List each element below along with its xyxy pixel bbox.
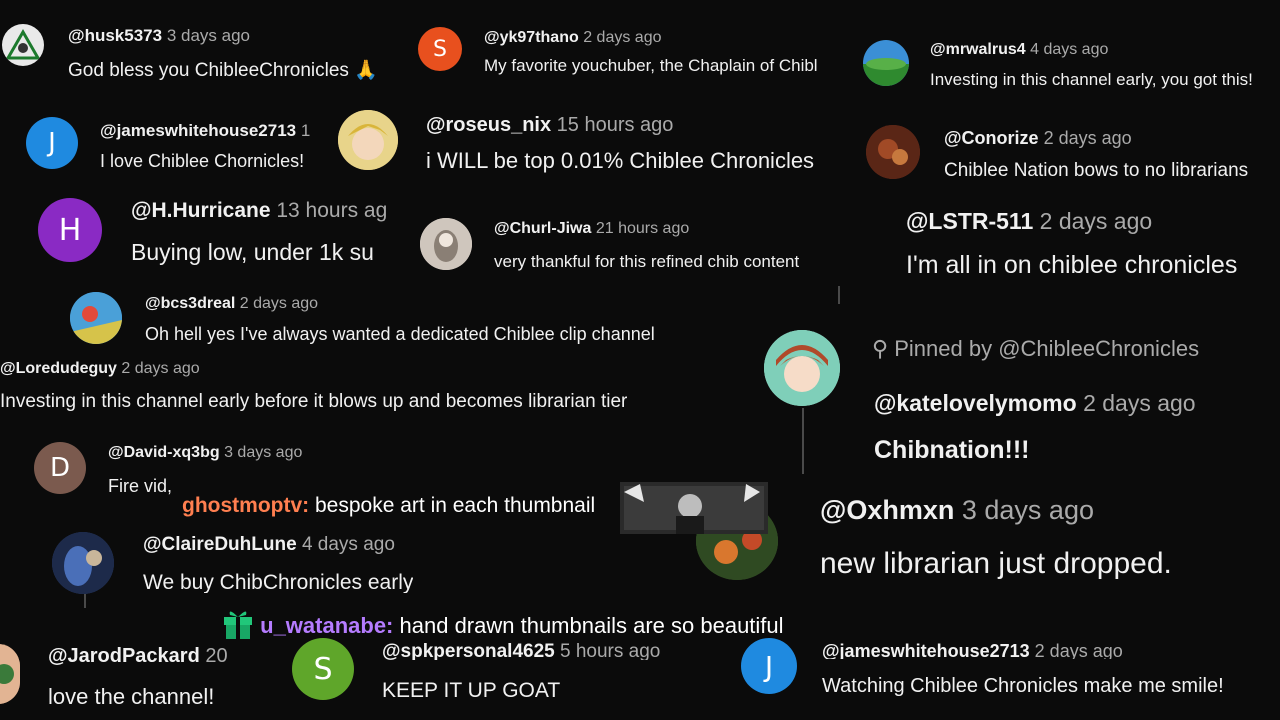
- comment-time[interactable]: 15 hours ago: [557, 114, 674, 136]
- chat-username[interactable]: u_watanabe:: [260, 613, 393, 638]
- comment-time[interactable]: 2 days ago: [1035, 641, 1123, 659]
- comment-author[interactable]: @Oxhmxn: [820, 495, 954, 525]
- comment-text: I'm all in on chiblee chronicles: [906, 251, 1238, 279]
- avatar[interactable]: [0, 644, 20, 704]
- avatar[interactable]: [338, 110, 398, 170]
- comment-text: Fire vid,: [108, 476, 173, 496]
- comment-author[interactable]: @yk97thano: [484, 29, 579, 46]
- webcam-thumbnail: [620, 482, 768, 534]
- comment-time[interactable]: 21 hours ago: [596, 220, 689, 237]
- comment-author[interactable]: @Churl-Jiwa: [494, 220, 591, 237]
- comment-author[interactable]: @jameswhitehouse2713: [822, 641, 1030, 659]
- comment-author[interactable]: @Loredudeguy: [0, 360, 117, 377]
- comment-text: i WILL be top 0.01% Chiblee Chronicles: [426, 148, 815, 173]
- avatar[interactable]: [420, 218, 472, 270]
- avatar[interactable]: H: [38, 198, 102, 262]
- comment-time[interactable]: 1: [301, 121, 310, 140]
- comment-author[interactable]: @ClaireDuhLune: [143, 534, 297, 555]
- comment-text: We buy ChibChronicles early: [143, 571, 414, 593]
- comment-author[interactable]: @H.Hurricane: [131, 199, 271, 222]
- pinned-label: ⚲ Pinned by @ChibleeChronicles: [872, 336, 1199, 362]
- comment-text: KEEP IT UP GOAT: [382, 679, 561, 702]
- avatar[interactable]: [70, 292, 122, 344]
- comment-text: Investing in this channel early before i…: [0, 391, 628, 412]
- comment-text: God bless you ChibleeChronicles 🙏: [68, 60, 378, 81]
- comment-text: Watching Chiblee Chronicles make me smil…: [822, 675, 1224, 697]
- comment-text: very thankful for this refined chib cont…: [494, 252, 800, 271]
- comment-time[interactable]: 20: [205, 645, 227, 667]
- comment-time[interactable]: 3 days ago: [224, 444, 302, 461]
- comment-author[interactable]: @bcs3dreal: [145, 295, 235, 312]
- reply-thread-line: [84, 594, 86, 608]
- avatar[interactable]: [764, 330, 840, 406]
- avatar[interactable]: [866, 125, 920, 179]
- comment-author[interactable]: @husk5373: [68, 26, 162, 45]
- comment-author[interactable]: @David-xq3bg: [108, 444, 220, 461]
- comment-time[interactable]: 2 days ago: [1040, 208, 1153, 234]
- avatar[interactable]: J: [26, 117, 78, 169]
- comment-text: new librarian just dropped.: [820, 547, 1172, 580]
- gift-icon: [222, 605, 254, 645]
- avatar[interactable]: [863, 40, 909, 86]
- comment-text: I love Chiblee Chornicles!: [100, 151, 305, 171]
- comment-time[interactable]: 2 days ago: [240, 295, 318, 312]
- avatar[interactable]: J: [741, 638, 797, 694]
- comment-time[interactable]: 4 days ago: [1030, 41, 1108, 58]
- comment-author[interactable]: @roseus_nix: [426, 114, 551, 136]
- avatar[interactable]: [52, 532, 114, 594]
- chat-message: u_watanabe: hand drawn thumbnails are so…: [222, 605, 784, 645]
- avatar[interactable]: D: [34, 442, 86, 494]
- comment-text: Buying low, under 1k su: [131, 239, 374, 265]
- reply-thread-line: [838, 286, 840, 304]
- chat-username[interactable]: ghostmoptv:: [182, 494, 309, 517]
- comment-author[interactable]: @mrwalrus4: [930, 41, 1026, 58]
- pinned-text: Pinned by @ChibleeChronicles: [894, 336, 1200, 361]
- comment-time[interactable]: 2 days ago: [1044, 128, 1132, 148]
- comment-time[interactable]: 13 hours ag: [276, 199, 387, 222]
- comment-author[interactable]: @katelovelymomo: [874, 390, 1077, 416]
- comment-text: My favorite youchuber, the Chaplain of C…: [484, 56, 818, 75]
- comment-time[interactable]: 2 days ago: [1083, 390, 1196, 416]
- comment-time[interactable]: 3 days ago: [167, 26, 250, 45]
- pin-icon: ⚲: [872, 336, 895, 361]
- chat-text: bespoke art in each thumbnail: [315, 494, 596, 517]
- comment-author[interactable]: @jameswhitehouse2713: [100, 121, 296, 140]
- avatar[interactable]: [2, 24, 44, 66]
- comment-author[interactable]: @JarodPackard: [48, 645, 200, 667]
- chat-message: ghostmoptv: bespoke art in each thumbnai…: [182, 494, 595, 518]
- avatar[interactable]: S: [292, 638, 354, 700]
- comment-text: Chiblee Nation bows to no librarians: [944, 160, 1249, 181]
- reply-thread-line: [802, 408, 804, 474]
- comment-author[interactable]: @Conorize: [944, 128, 1039, 148]
- comment-text: Investing in this channel early, you got…: [930, 70, 1253, 89]
- avatar[interactable]: S: [418, 27, 462, 71]
- comment-author[interactable]: @LSTR-511: [906, 208, 1033, 234]
- comment-time[interactable]: 3 days ago: [962, 495, 1094, 525]
- chat-text: hand drawn thumbnails are so beautiful: [399, 613, 784, 638]
- comment-time[interactable]: 4 days ago: [302, 534, 395, 555]
- comment-time[interactable]: 2 days ago: [121, 360, 199, 377]
- comment-text: love the channel!: [48, 684, 215, 709]
- comment-text: Chibnation!!!: [874, 436, 1030, 464]
- comment-text: Oh hell yes I've always wanted a dedicat…: [145, 324, 655, 344]
- comment-time[interactable]: 2 days ago: [583, 29, 661, 46]
